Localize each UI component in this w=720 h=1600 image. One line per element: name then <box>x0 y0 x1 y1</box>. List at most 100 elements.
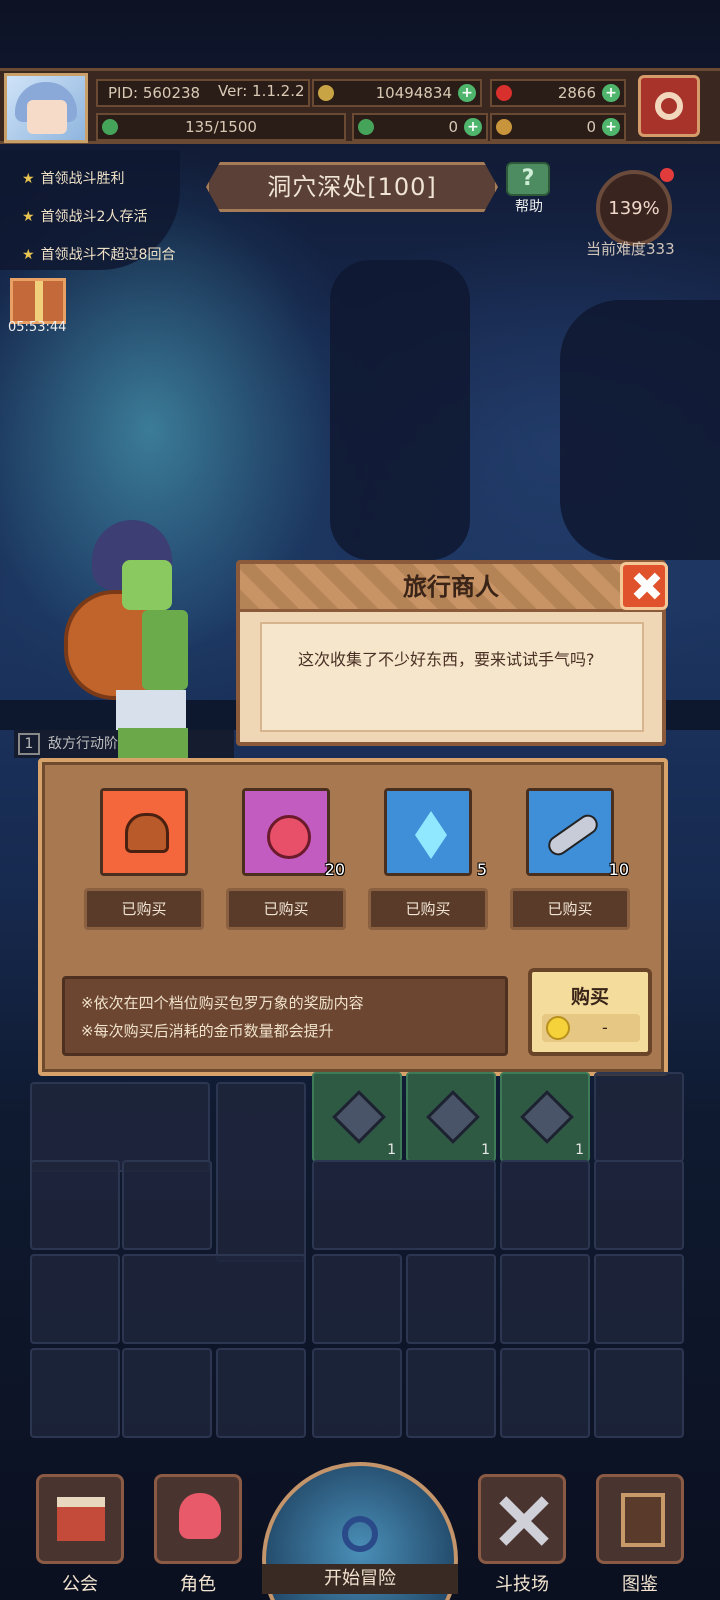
buy-button[interactable]: 购买 - <box>528 968 652 1056</box>
inventory-cell[interactable] <box>312 1160 496 1250</box>
inventory-cell[interactable] <box>500 1160 590 1250</box>
top-status-bar: PID: 560238 Ver: 1.1.2.2 10494834 + 2866… <box>0 68 720 144</box>
purchased-tag: 已购买 <box>510 888 630 930</box>
inventory-cell[interactable] <box>594 1348 684 1438</box>
inventory-cell[interactable] <box>594 1160 684 1250</box>
guild-building <box>57 1497 105 1541</box>
inventory-cell[interactable] <box>500 1254 590 1344</box>
nav-codex[interactable]: 图鉴 <box>592 1474 688 1595</box>
boot-icon <box>496 119 512 135</box>
nav-label: 开始冒险 <box>262 1564 458 1594</box>
inventory-cell[interactable] <box>216 1082 306 1262</box>
inventory-cell[interactable] <box>406 1348 496 1438</box>
nav-character[interactable]: 角色 <box>150 1474 246 1595</box>
inventory-cell[interactable] <box>500 1348 590 1438</box>
inventory-cell[interactable] <box>406 1254 496 1344</box>
gear-icon <box>655 92 683 120</box>
gem-icon <box>520 1090 574 1144</box>
pid-text: PID: 560238 <box>108 84 201 102</box>
gem-icon <box>332 1090 386 1144</box>
clover-amount: 0 <box>448 118 458 136</box>
stage-title: 洞穴深处[100] <box>267 173 437 201</box>
boots-amount: 0 <box>586 118 596 136</box>
help-button[interactable]: ? 帮助 <box>506 162 552 215</box>
close-button[interactable] <box>620 562 668 610</box>
add-clover-icon[interactable]: + <box>464 118 482 136</box>
item-quantity: 1 <box>481 1142 490 1158</box>
shop-item-crystal[interactable]: 5 <box>384 788 487 879</box>
quest-item: ★ 首领战斗不超过8回合 <box>22 244 175 264</box>
quest-text: 首领战斗胜利 <box>40 171 125 187</box>
merchant-character <box>62 520 212 760</box>
inventory-cell[interactable] <box>122 1348 212 1438</box>
gold-coin-icon <box>546 1016 570 1040</box>
gem-icon <box>426 1090 480 1144</box>
difficulty-label: 当前难度333 <box>586 240 675 258</box>
pudding-icon <box>125 813 169 853</box>
inventory-cell[interactable] <box>216 1348 306 1438</box>
dialog-title: 旅行商人 <box>403 573 499 601</box>
apple-amount: 2866 <box>557 84 596 102</box>
difficulty-gauge[interactable]: 139% <box>596 168 674 246</box>
bottom-navigation: 公会 角色 开始冒险 斗技场 图鉴 <box>0 1462 720 1600</box>
magnifier-icon <box>342 1516 378 1552</box>
clover-cell: 0 + <box>352 113 488 141</box>
item-quantity: 1 <box>575 1142 584 1158</box>
apple-icon <box>496 85 512 101</box>
character-icon <box>154 1474 242 1564</box>
inventory-cell[interactable] <box>30 1348 120 1438</box>
shop-panel: 20 5 10 已购买 已购买 已购买 已购买 ※依次在四个档位购买包罗万象的奖… <box>38 758 668 1076</box>
rule-line: ※依次在四个档位购买包罗万象的奖励内容 <box>81 994 364 1012</box>
merchant-body <box>142 610 188 690</box>
merchant-boots <box>118 728 188 758</box>
dialog-message: 这次收集了不少好东西，要来试试手气吗? <box>260 622 644 732</box>
item-quantity: 20 <box>324 860 345 879</box>
player-avatar[interactable] <box>4 73 88 143</box>
inventory-cell[interactable]: 1 <box>312 1072 402 1162</box>
rule-line: ※每次购买后消耗的金币数量都会提升 <box>81 1022 334 1040</box>
purchased-tag: 已购买 <box>226 888 346 930</box>
add-gold-icon[interactable]: + <box>458 84 476 102</box>
item-quantity: 5 <box>476 860 487 879</box>
nav-arena[interactable]: 斗技场 <box>474 1474 570 1595</box>
add-apple-icon[interactable]: + <box>602 84 620 102</box>
dialog-header: 旅行商人 <box>240 564 662 612</box>
shop-item-fish[interactable]: 10 <box>526 788 629 879</box>
inventory-cell[interactable] <box>594 1072 684 1162</box>
inventory-cell[interactable] <box>312 1254 402 1344</box>
inventory-cell[interactable] <box>594 1254 684 1344</box>
inventory-cell[interactable] <box>30 1254 120 1344</box>
item-quantity: 1 <box>387 1142 396 1158</box>
clover-icon <box>102 119 118 135</box>
book-cover <box>621 1493 665 1547</box>
merchant-face <box>122 560 172 610</box>
difficulty-percent: 139% <box>608 198 660 219</box>
stamina-cell: 135/1500 <box>96 113 346 141</box>
notification-dot-icon <box>660 168 674 182</box>
nav-label: 公会 <box>62 1574 98 1595</box>
star-icon: ★ <box>22 247 35 263</box>
gift-timer: 05:53:44 <box>8 320 67 335</box>
gift-box-icon[interactable] <box>10 278 66 324</box>
inventory-cell[interactable] <box>30 1082 210 1172</box>
add-boots-icon[interactable]: + <box>602 118 620 136</box>
shop-item-peach[interactable]: 20 <box>242 788 345 879</box>
inventory-cell[interactable]: 1 <box>406 1072 496 1162</box>
log-index: 1 <box>18 733 40 755</box>
settings-button[interactable] <box>638 75 700 137</box>
inventory-cell[interactable] <box>122 1254 306 1344</box>
buy-cost: - <box>542 1014 640 1042</box>
purchased-tag: 已购买 <box>84 888 204 930</box>
shop-item-pudding[interactable] <box>100 788 188 876</box>
nav-guild[interactable]: 公会 <box>32 1474 128 1595</box>
boots-cell: 0 + <box>490 113 626 141</box>
clover-currency-icon <box>358 119 374 135</box>
start-adventure-button[interactable]: 开始冒险 <box>262 1462 458 1600</box>
inventory-cell[interactable] <box>30 1160 120 1250</box>
inventory-cell[interactable] <box>312 1348 402 1438</box>
quest-item: ★ 首领战斗2人存活 <box>22 206 147 226</box>
inventory-cell[interactable] <box>122 1160 212 1250</box>
book-icon <box>596 1474 684 1564</box>
merchant-legs <box>116 690 186 730</box>
inventory-cell[interactable]: 1 <box>500 1072 590 1162</box>
